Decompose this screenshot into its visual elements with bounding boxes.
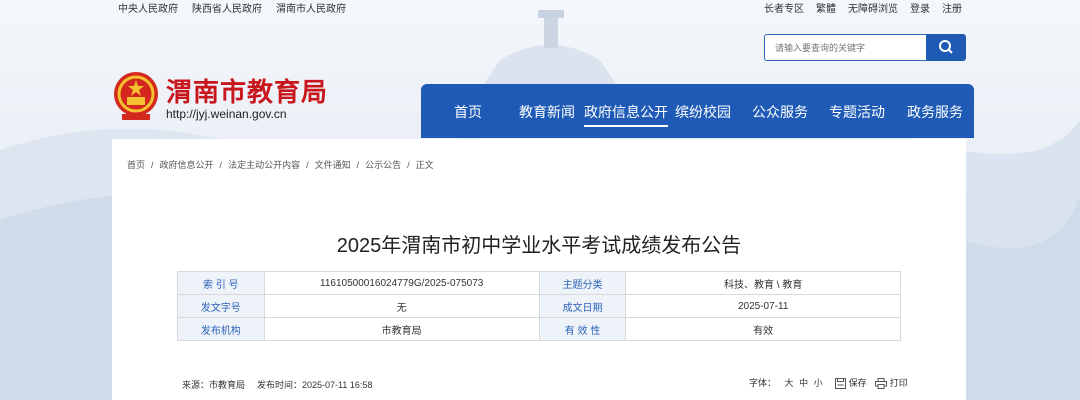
search-input[interactable] bbox=[764, 34, 933, 61]
login-link[interactable]: 登录 bbox=[910, 4, 930, 15]
meta-value: 科技、教育 \ 教育 bbox=[625, 271, 901, 295]
meta-value: 市教育局 bbox=[263, 317, 540, 341]
meta-value: 有效 bbox=[625, 317, 901, 341]
national-emblem-icon bbox=[114, 72, 158, 120]
meta-label: 主题分类 bbox=[538, 271, 627, 295]
nav-item-public-service[interactable]: 公众服务 bbox=[752, 102, 808, 122]
font-size-medium[interactable]: 中 bbox=[799, 376, 808, 389]
metadata-table: 索 引 号 11610500016024779G/2025-075073 主题分… bbox=[177, 271, 901, 341]
site-title: 渭南市教育局 bbox=[166, 78, 329, 108]
table-row: 发布机构 市教育局 有 效 性 有效 bbox=[177, 317, 901, 341]
nav-item-topics[interactable]: 专题活动 bbox=[829, 102, 885, 122]
register-link[interactable]: 注册 bbox=[942, 4, 962, 15]
meta-value: 11610500016024779G/2025-075073 bbox=[263, 271, 540, 295]
top-link[interactable]: 中央人民政府 bbox=[118, 4, 178, 15]
article-source-info: 来源：市教育局 发布时间：2025-07-11 16:58 bbox=[182, 378, 384, 391]
breadcrumb-item: 正文 bbox=[415, 160, 434, 170]
print-label: 打印 bbox=[889, 378, 908, 388]
print-icon bbox=[875, 378, 888, 390]
table-row: 索 引 号 11610500016024779G/2025-075073 主题分… bbox=[177, 271, 901, 295]
meta-label: 发布机构 bbox=[177, 317, 265, 341]
print-button[interactable]: 打印 bbox=[875, 376, 908, 390]
accessibility-link[interactable]: 无障碍浏览 bbox=[848, 4, 898, 15]
font-size-large[interactable]: 大 bbox=[785, 376, 794, 389]
save-icon bbox=[835, 378, 847, 390]
meta-label: 成文日期 bbox=[538, 294, 627, 318]
top-link[interactable]: 陕西省人民政府 bbox=[192, 4, 262, 15]
article-tools: 字体： 大 中 小 保存 打印 bbox=[743, 376, 908, 390]
search-icon bbox=[939, 40, 953, 54]
font-size-small[interactable]: 小 bbox=[814, 376, 823, 389]
breadcrumb-item[interactable]: 法定主动公开内容 bbox=[228, 160, 300, 170]
meta-value: 无 bbox=[263, 294, 540, 318]
breadcrumb-item[interactable]: 文件通知 bbox=[315, 160, 351, 170]
elder-zone-link[interactable]: 长者专区 bbox=[764, 4, 804, 15]
save-label: 保存 bbox=[848, 378, 867, 388]
search-box bbox=[764, 34, 966, 61]
main-nav: 首页 教育新闻 政府信息公开 缤纷校园 公众服务 专题活动 政务服务 bbox=[421, 84, 974, 138]
breadcrumb-item[interactable]: 公示公告 bbox=[365, 160, 401, 170]
article-panel: 首页 / 政府信息公开 / 法定主动公开内容 / 文件通知 / 公示公告 / 正文 2025年渭南市… bbox=[112, 139, 966, 400]
meta-label: 有 效 性 bbox=[538, 317, 627, 341]
save-button[interactable]: 保存 bbox=[835, 376, 867, 390]
article-title: 2025年渭南市初中学业水平考试成绩发布公告 bbox=[336, 235, 742, 257]
publish-time: 发布时间：2025-07-11 16:58 bbox=[257, 380, 373, 390]
meta-label: 索 引 号 bbox=[177, 271, 265, 295]
nav-item-gov-service[interactable]: 政务服务 bbox=[907, 102, 963, 122]
breadcrumb-item[interactable]: 政府信息公开 bbox=[160, 160, 214, 170]
table-row: 发文字号 无 成文日期 2025-07-11 bbox=[177, 294, 901, 318]
search-button[interactable] bbox=[926, 34, 966, 61]
source-label: 来源：市教育局 bbox=[182, 380, 246, 390]
meta-label: 发文字号 bbox=[177, 294, 265, 318]
meta-value: 2025-07-11 bbox=[625, 294, 901, 318]
nav-item-campus[interactable]: 缤纷校园 bbox=[675, 102, 731, 122]
nav-item-gov-info[interactable]: 政府信息公开 bbox=[584, 102, 668, 127]
nav-item-home[interactable]: 首页 bbox=[454, 102, 482, 122]
traditional-chinese-link[interactable]: 繁體 bbox=[816, 4, 836, 15]
site-url: http://jyj.weinan.gov.cn bbox=[166, 107, 287, 121]
breadcrumb-item[interactable]: 首页 bbox=[127, 160, 145, 170]
top-links: 中央人民政府 陕西省人民政府 渭南市人民政府 bbox=[118, 0, 360, 15]
nav-item-news[interactable]: 教育新闻 bbox=[519, 102, 575, 122]
font-size-label: 字体： bbox=[749, 378, 777, 389]
top-link[interactable]: 渭南市人民政府 bbox=[276, 4, 346, 15]
breadcrumb: 首页 / 政府信息公开 / 法定主动公开内容 / 文件通知 / 公示公告 / 正文 bbox=[127, 160, 434, 170]
utility-links: 长者专区 繁體 无障碍浏览 登录 注册 bbox=[752, 0, 962, 15]
